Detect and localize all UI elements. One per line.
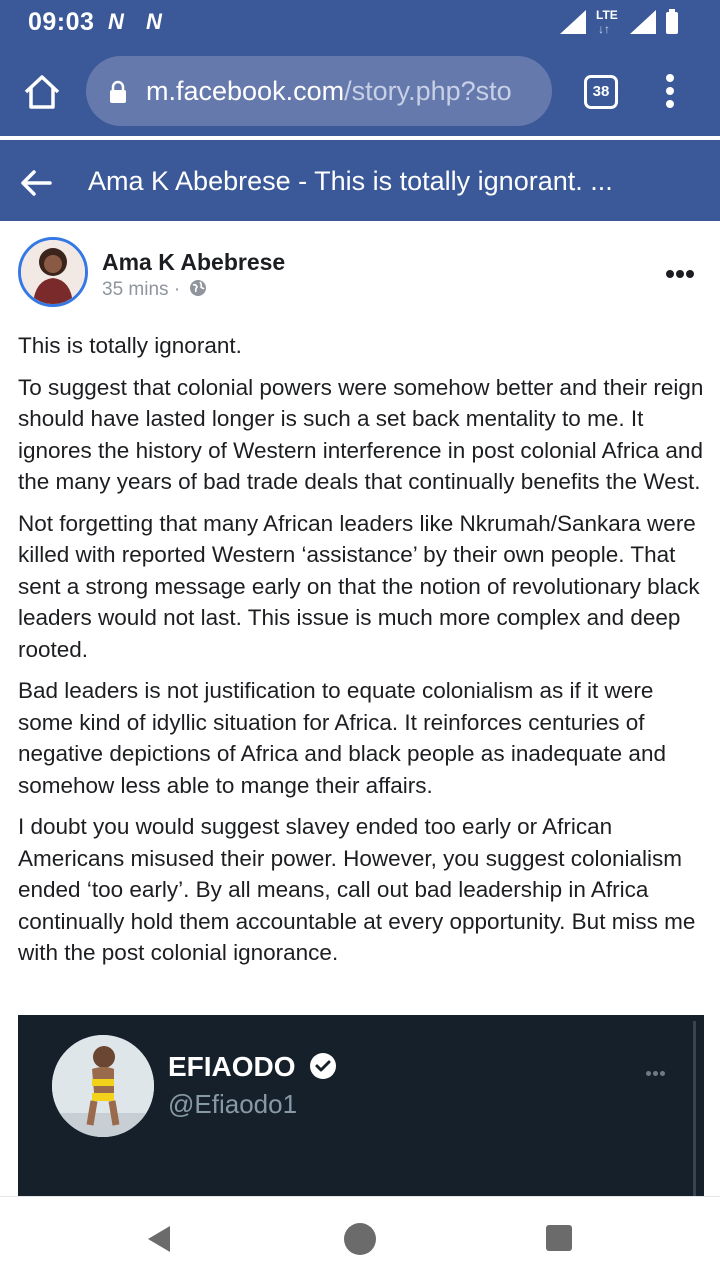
- status-time: 09:03: [28, 8, 95, 36]
- author-name[interactable]: Ama K Abebrese: [102, 249, 285, 276]
- svg-text:↓↑: ↓↑: [598, 22, 610, 36]
- post-options-button[interactable]: [666, 265, 698, 278]
- url-path: /story.php?sto: [344, 76, 512, 106]
- back-arrow-icon[interactable]: [20, 168, 52, 198]
- post-paragraph: I doubt you would suggest slavey ended t…: [18, 814, 696, 965]
- url-bar[interactable]: m.facebook.com/story.php?sto: [86, 56, 552, 126]
- globe-icon: [190, 280, 207, 296]
- url-domain: m.facebook.com: [146, 76, 345, 106]
- browser-toolbar: m.facebook.com/story.php?sto 38: [0, 44, 720, 136]
- signal-icon: [560, 10, 586, 34]
- post-timestamp: 35 mins ·: [102, 279, 207, 301]
- nav-back-icon[interactable]: [146, 1224, 172, 1254]
- post-paragraph: This is totally ignorant.: [18, 333, 242, 358]
- post-paragraph: To suggest that colonial powers were som…: [18, 374, 704, 495]
- status-bar: 09:03 N N LTE ↓↑: [0, 0, 720, 44]
- nav-home-icon[interactable]: [344, 1223, 376, 1255]
- browser-menu-icon[interactable]: [660, 74, 680, 110]
- notification-icon: N: [108, 9, 124, 34]
- tweet-avatar: [52, 1035, 154, 1137]
- post-text: This is totally ignorant. To suggest tha…: [18, 330, 708, 979]
- lock-icon: [110, 80, 126, 103]
- post-paragraph: Bad leaders is not justification to equa…: [18, 678, 666, 798]
- notification-icon: N: [146, 9, 162, 34]
- tweet-handle: @Efiaodo1: [168, 1089, 298, 1119]
- scrollbar: [693, 1021, 696, 1211]
- verified-badge-icon: [310, 1053, 337, 1079]
- embedded-tweet-image[interactable]: EFIAODO @Efiaodo1 Western leaders in her…: [18, 1015, 704, 1215]
- tweet-author-name: EFIAODO: [168, 1051, 337, 1083]
- post-time[interactable]: 35 mins: [102, 279, 169, 300]
- page-title: Ama K Abebrese - This is totally ignoran…: [88, 166, 613, 196]
- post-header: Ama K Abebrese 35 mins ·: [0, 221, 720, 321]
- network-type-label: LTE: [596, 8, 618, 22]
- system-navigation-bar: [0, 1196, 720, 1280]
- meta-separator: ·: [173, 279, 181, 300]
- tweet-more-icon: [646, 1063, 670, 1076]
- signal-icon: [630, 10, 656, 34]
- nav-recents-icon[interactable]: [546, 1225, 572, 1251]
- battery-icon: [666, 12, 678, 34]
- status-icons: LTE ↓↑: [560, 8, 678, 36]
- page-header: Ama K Abebrese - This is totally ignoran…: [0, 144, 720, 221]
- url-text: m.facebook.com/story.php?sto: [146, 76, 512, 107]
- post-paragraph: Not forgetting that many African leaders…: [18, 510, 700, 662]
- tab-count-button[interactable]: 38: [584, 75, 618, 109]
- tweet-name-text: EFIAODO: [168, 1051, 296, 1082]
- avatar[interactable]: [18, 237, 88, 307]
- home-icon[interactable]: [22, 72, 62, 112]
